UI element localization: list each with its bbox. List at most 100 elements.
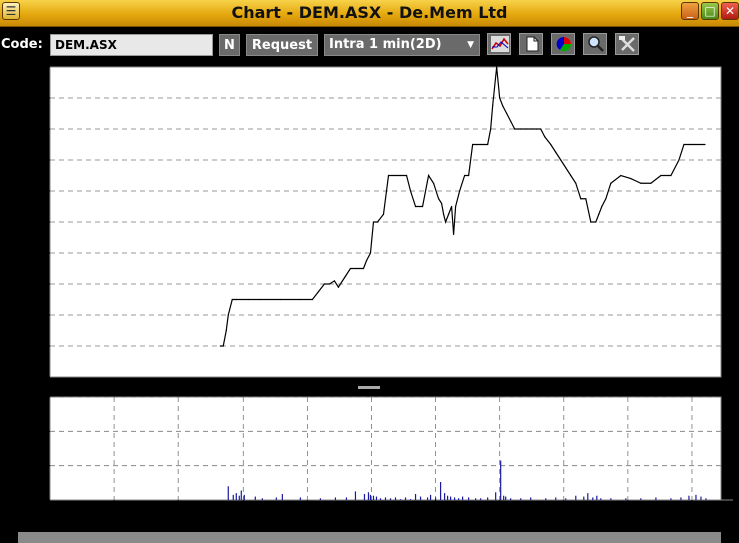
tools-button[interactable] xyxy=(615,33,639,55)
price-point xyxy=(442,213,445,215)
price-point xyxy=(480,143,482,146)
price-point xyxy=(490,128,492,130)
volume-bar xyxy=(555,497,557,500)
maximize-icon[interactable]: □ xyxy=(701,2,719,20)
volume-bar xyxy=(495,492,497,500)
close-icon[interactable]: ✕ xyxy=(721,2,739,20)
divider-grip-icon[interactable] xyxy=(358,386,380,389)
volume-bar xyxy=(640,498,642,500)
volume-bar xyxy=(705,498,707,500)
volume-chart-panel[interactable]: 0 200T 400T 600T 10:52 11:46 12:40 13:35 14:29 15… xyxy=(0,391,739,533)
volume-bar xyxy=(334,497,337,500)
price-point xyxy=(447,213,450,215)
chart-style-button[interactable] xyxy=(487,33,511,55)
price-point xyxy=(502,105,504,107)
price-y-tick-label: 40 xyxy=(23,216,41,231)
price-point xyxy=(531,128,533,130)
volume-bar xyxy=(369,494,372,500)
price-y-tick-label: 42 xyxy=(23,185,41,200)
price-point xyxy=(650,182,652,184)
price-point xyxy=(540,128,542,130)
n-button[interactable]: N xyxy=(219,34,240,56)
volume-bar xyxy=(240,490,242,500)
tools-icon xyxy=(619,36,635,52)
time-axis-label: 12:40 xyxy=(242,508,283,523)
volume-chart[interactable]: 0200T400T600T10:52 11:46 12:40 13:35 14:29 15… xyxy=(0,391,739,533)
volume-bar xyxy=(583,496,585,500)
price-point xyxy=(704,143,706,146)
code-label: Code: xyxy=(1,37,43,52)
volume-bar xyxy=(354,491,357,500)
price-chart-panel[interactable]: 30 32 34 36 38 40 42 44 46 48 50 xyxy=(0,61,739,386)
volume-bar xyxy=(439,481,442,500)
volume-bar xyxy=(372,495,375,500)
volume-bar xyxy=(389,498,392,500)
volume-y-tick-label: 0 xyxy=(32,494,41,509)
price-point xyxy=(427,174,430,177)
price-point xyxy=(670,174,672,177)
price-point xyxy=(555,151,557,153)
volume-bar xyxy=(409,499,412,500)
minimize-icon[interactable]: _ xyxy=(681,2,699,20)
volume-bar xyxy=(458,498,460,500)
price-point xyxy=(299,298,301,301)
zoom-button[interactable] xyxy=(583,33,607,55)
price-point xyxy=(362,267,365,270)
time-axis-label: 11:46 xyxy=(626,508,667,523)
colors-icon xyxy=(556,36,572,52)
volume-bar xyxy=(596,495,598,500)
price-point xyxy=(610,182,612,184)
volume-bar xyxy=(505,496,507,500)
volume-bar xyxy=(510,498,512,500)
price-point xyxy=(453,233,455,235)
price-point xyxy=(459,190,461,192)
price-point xyxy=(392,174,395,177)
price-point xyxy=(695,143,697,146)
volume-bar xyxy=(426,497,429,500)
volume-bar xyxy=(281,493,283,500)
chevron-down-icon: ▼ xyxy=(467,40,474,50)
volume-bar xyxy=(345,497,348,500)
period-select[interactable]: Intra 1 min(2D) ▼ xyxy=(324,34,480,56)
request-button[interactable]: Request xyxy=(246,34,318,56)
price-point xyxy=(399,174,402,177)
volume-bar xyxy=(299,497,301,500)
volume-bar xyxy=(429,494,432,500)
price-point xyxy=(688,143,690,146)
volume-bar xyxy=(384,497,387,500)
price-point xyxy=(222,345,224,347)
volume-bar xyxy=(414,493,417,500)
code-input[interactable]: DEM.ASX xyxy=(50,34,213,56)
colors-button[interactable] xyxy=(551,33,575,55)
price-point xyxy=(565,167,567,169)
volume-bar xyxy=(520,498,522,500)
price-y-tick-label: 34 xyxy=(23,309,41,324)
price-y-tick-label: 38 xyxy=(23,247,41,262)
volume-bar xyxy=(468,497,470,500)
date-axis-label: 07-Apr-2017 xyxy=(54,518,145,530)
panel-divider[interactable] xyxy=(0,383,739,393)
price-point xyxy=(372,221,375,223)
page-button[interactable] xyxy=(519,33,543,55)
price-point xyxy=(328,283,331,285)
volume-bar xyxy=(700,496,702,500)
window-title: Chart - DEM.ASX - De.Mem Ltd xyxy=(231,3,508,22)
horizontal-scrollbar[interactable] xyxy=(18,532,721,543)
price-point xyxy=(464,174,466,177)
price-point xyxy=(337,286,340,288)
price-point xyxy=(382,213,385,215)
title-bar[interactable]: ☰ Chart - DEM.ASX - De.Mem Ltd _ □ ✕ xyxy=(0,0,739,27)
price-point xyxy=(683,143,685,146)
price-point xyxy=(437,198,440,200)
price-point xyxy=(444,221,447,223)
price-point xyxy=(365,260,368,262)
price-point xyxy=(355,267,358,270)
volume-y-tick-label: 400T xyxy=(5,425,41,440)
price-chart[interactable]: 30 32 34 36 38 40 42 44 46 48 50 xyxy=(0,61,739,386)
volume-bar xyxy=(394,497,397,500)
volume-bar xyxy=(575,495,577,500)
volume-bar xyxy=(530,497,532,500)
price-point xyxy=(585,198,587,200)
price-point xyxy=(605,198,607,200)
price-point xyxy=(640,182,642,184)
